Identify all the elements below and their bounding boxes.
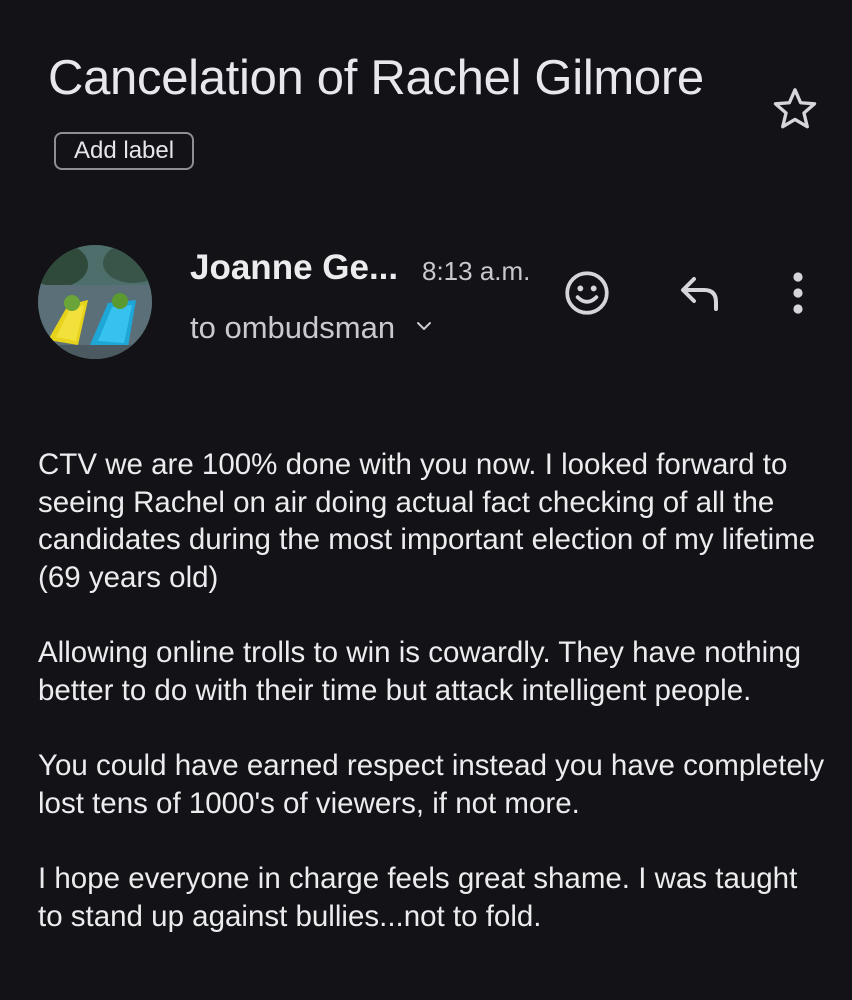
add-label-button[interactable]: Add label xyxy=(54,132,195,171)
email-body: CTV we are 100% done with you now. I loo… xyxy=(38,446,828,973)
add-reaction-icon xyxy=(565,271,609,315)
recipient-text: to ombudsman xyxy=(190,310,396,345)
sender-name[interactable]: Joanne Ge... xyxy=(190,248,398,288)
body-paragraph: CTV we are 100% done with you now. I loo… xyxy=(38,448,816,594)
reply-icon xyxy=(681,277,718,311)
avatar[interactable] xyxy=(38,245,152,359)
body-paragraph: Allowing online trolls to win is cowardl… xyxy=(38,636,802,707)
star-button[interactable] xyxy=(770,84,820,134)
email-timestamp: 8:13 a.m. xyxy=(422,256,531,286)
email-view: Cancelation of Rachel Gilmore Add label … xyxy=(0,0,852,1000)
sender-avatar-image xyxy=(38,245,152,359)
star-outline-icon xyxy=(773,88,817,129)
email-subject: Cancelation of Rachel Gilmore Add label xyxy=(48,40,748,192)
reply-button[interactable] xyxy=(672,268,728,318)
recipient-line[interactable]: to ombudsman xyxy=(190,310,434,346)
chevron-down-icon[interactable] xyxy=(414,316,434,336)
add-reaction-button[interactable] xyxy=(560,266,614,320)
body-paragraph: I hope everyone in charge feels great sh… xyxy=(38,862,798,933)
body-paragraph: You could have earned respect instead yo… xyxy=(38,749,825,820)
subject-text: Cancelation of Rachel Gilmore xyxy=(48,51,704,105)
more-vert-icon xyxy=(793,272,803,314)
more-options-button[interactable] xyxy=(780,266,816,320)
